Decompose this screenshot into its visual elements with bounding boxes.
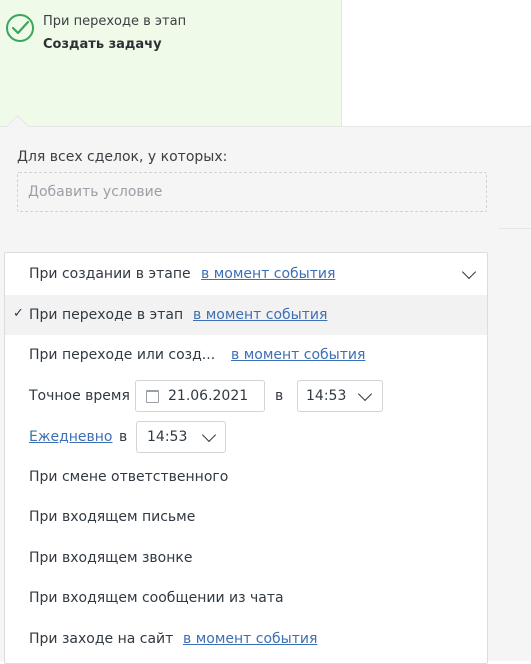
trigger-type-dropdown[interactable]: При создании в этапе в момент события ✓ …	[4, 252, 488, 664]
right-area	[342, 0, 531, 127]
timing-link[interactable]: в момент события	[231, 347, 365, 363]
menu-item-label: При входящем письме	[29, 509, 196, 525]
time-value: 14:53	[306, 388, 347, 404]
time-select[interactable]: 14:53	[297, 380, 383, 412]
menu-item-responsible-change[interactable]: При смене ответственного	[5, 457, 487, 497]
calendar-icon	[146, 390, 159, 403]
time-value: 14:53	[147, 429, 188, 445]
menu-item-label: При входящем звонке	[29, 550, 193, 566]
menu-item-on-create[interactable]: При создании в этапе в момент события	[5, 254, 487, 294]
checkmark-icon: ✓	[13, 306, 24, 321]
trigger-subtitle: При переходе в этап	[43, 14, 187, 29]
date-field[interactable]: 21.06.2021	[135, 380, 265, 412]
menu-item-on-change-or-create[interactable]: При переходе или созд... в момент событи…	[5, 335, 487, 375]
timing-link[interactable]: в момент события	[193, 307, 327, 323]
menu-item-label: При создании в этапе	[29, 266, 191, 282]
menu-item-label: При заходе на сайт	[29, 631, 174, 647]
menu-item-label: Точное время	[29, 388, 130, 404]
divider	[499, 228, 531, 229]
menu-item-incoming-call[interactable]: При входящем звонке	[5, 538, 487, 578]
chevron-down-icon[interactable]	[461, 264, 477, 280]
daily-link[interactable]: Ежедневно	[29, 429, 113, 445]
trigger-card[interactable]: При переходе в этап Создать задачу	[0, 0, 342, 126]
at-label: в	[275, 388, 284, 404]
menu-item-daily[interactable]: Ежедневно в 14:53	[5, 417, 487, 457]
menu-item-label: При входящем сообщении из чата	[29, 590, 284, 606]
timing-link[interactable]: в момент события	[183, 631, 317, 647]
date-value: 21.06.2021	[168, 388, 249, 404]
menu-item-incoming-email[interactable]: При входящем письме	[5, 497, 487, 537]
trigger-title: Создать задачу	[43, 37, 162, 52]
menu-item-label: При смене ответственного	[29, 469, 229, 485]
check-circle-icon	[6, 14, 34, 42]
add-condition-field[interactable]: Добавить условие	[17, 172, 487, 212]
chevron-down-icon	[357, 386, 373, 402]
timing-link[interactable]: в момент события	[201, 266, 335, 282]
menu-item-exact-time[interactable]: Точное время 21.06.2021 в 14:53	[5, 376, 487, 416]
menu-item-incoming-chat[interactable]: При входящем сообщении из чата	[5, 578, 487, 618]
chevron-down-icon	[201, 427, 217, 443]
menu-item-site-visit[interactable]: При заходе на сайт в момент события	[5, 619, 487, 659]
conditions-label: Для всех сделок, у которых:	[17, 149, 228, 165]
time-select[interactable]: 14:53	[136, 421, 226, 453]
menu-item-label: При переходе в этап	[29, 307, 184, 323]
add-condition-placeholder: Добавить условие	[28, 184, 163, 200]
at-label: в	[119, 429, 128, 445]
menu-item-on-stage-change[interactable]: ✓ При переходе в этап в момент события	[5, 295, 487, 335]
menu-item-label: При переходе или созд...	[29, 347, 216, 363]
